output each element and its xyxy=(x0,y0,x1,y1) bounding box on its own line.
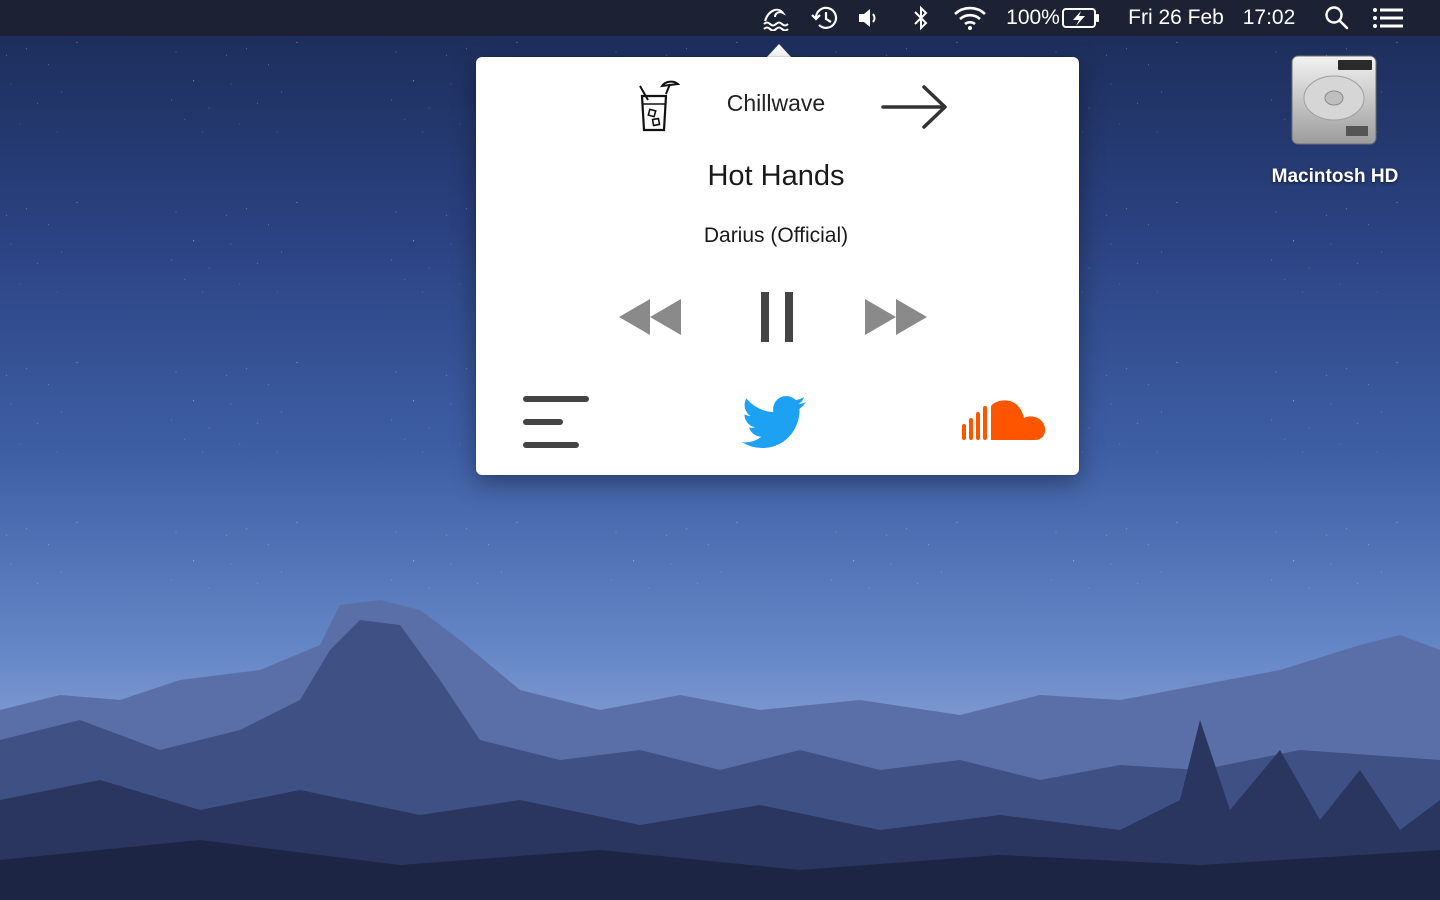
fast-forward-icon[interactable] xyxy=(862,296,930,338)
battery-percent: 100% xyxy=(1004,0,1062,36)
battery-percent-text: 100% xyxy=(1006,6,1060,29)
drive-label: Macintosh HD xyxy=(1271,166,1399,187)
time-text: 17:02 xyxy=(1242,6,1296,29)
popover-arrow xyxy=(766,44,792,58)
time-display[interactable]: 17:02 xyxy=(1236,0,1302,36)
battery-charging-icon[interactable] xyxy=(1060,0,1102,36)
track-artist: Darius (Official) xyxy=(703,224,849,247)
cocktail-glass-icon[interactable] xyxy=(636,74,680,134)
soundcloud-icon[interactable] xyxy=(960,396,1048,448)
pause-icon[interactable] xyxy=(758,290,796,344)
track-title: Hot Hands xyxy=(707,160,845,192)
menu-lines-icon[interactable] xyxy=(520,394,592,452)
date-display[interactable]: Fri 26 Feb xyxy=(1118,0,1234,36)
time-machine-icon[interactable] xyxy=(806,0,844,36)
twitter-icon[interactable] xyxy=(738,390,810,454)
rewind-icon[interactable] xyxy=(616,296,684,338)
wifi-icon[interactable] xyxy=(950,0,990,36)
date-text: Fri 26 Feb xyxy=(1128,6,1224,29)
spotlight-search-icon[interactable] xyxy=(1320,0,1354,36)
menu-bar: 100% Fri 26 Feb 17:02 xyxy=(0,0,1440,36)
volume-icon[interactable] xyxy=(852,0,886,36)
station-name: Chillwave xyxy=(726,90,826,116)
arrow-right-icon[interactable] xyxy=(880,82,950,132)
wave-app-icon[interactable] xyxy=(756,0,796,36)
hard-drive-icon[interactable] xyxy=(1286,52,1382,148)
bluetooth-icon[interactable] xyxy=(906,0,936,36)
notification-center-icon[interactable] xyxy=(1368,0,1408,36)
mountain-landscape xyxy=(0,600,1440,900)
